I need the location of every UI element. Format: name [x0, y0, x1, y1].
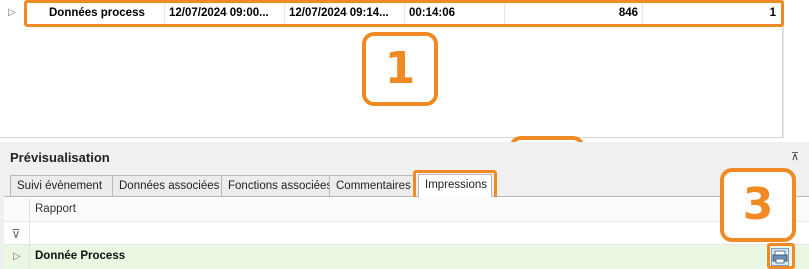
callout-highlight-1 — [24, 0, 784, 27]
preview-title: Prévisualisation — [10, 150, 110, 165]
tab-donnees-associees[interactable]: Données associées — [112, 175, 222, 196]
pin-icon[interactable]: ⊼ — [789, 151, 801, 163]
header-indicator-cell — [4, 198, 30, 222]
report-name-cell: Donnée Process — [35, 250, 126, 262]
filter-icon[interactable]: ⊽ — [9, 228, 23, 240]
callout-badge-1: 1 — [362, 32, 438, 106]
tab-commentaires[interactable]: Commentaires — [329, 175, 416, 196]
expand-row-icon[interactable]: ▷ — [8, 7, 18, 19]
tab-suivi-evenement[interactable]: Suivi évènement — [10, 175, 113, 196]
callout-badge-3: 3 — [720, 168, 796, 242]
tab-fonctions-associees[interactable]: Fonctions associées — [221, 175, 332, 196]
reports-header-row — [4, 198, 809, 222]
process-grid-scrollbar[interactable] — [783, 0, 809, 138]
reports-filter-row[interactable] — [4, 222, 809, 245]
column-header-rapport[interactable]: Rapport — [35, 203, 76, 215]
expand-report-icon[interactable]: ▷ — [13, 251, 23, 263]
callout-highlight-3 — [767, 243, 795, 269]
